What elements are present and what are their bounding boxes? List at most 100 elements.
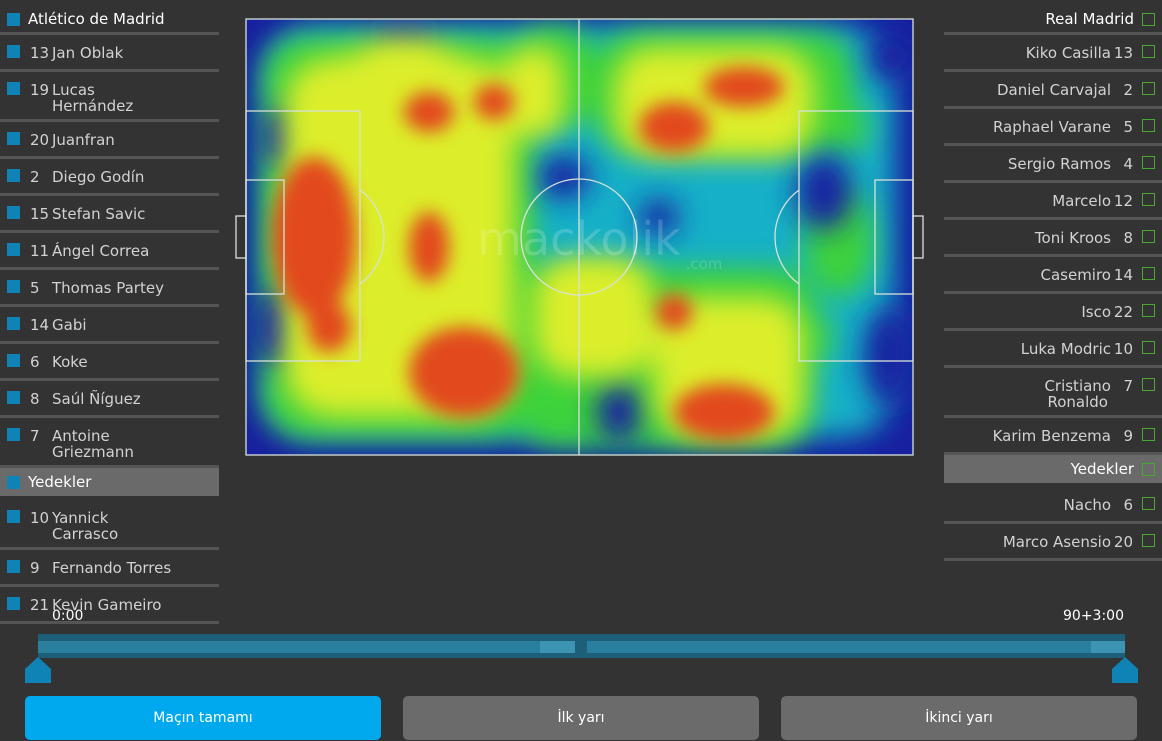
player-checkbox[interactable] <box>1142 82 1155 95</box>
player-name-line: Toni Kroos <box>1034 229 1111 247</box>
player-label: Karim Benzema 9 <box>993 428 1133 444</box>
player-checkbox[interactable] <box>7 169 20 182</box>
player-checkbox[interactable] <box>7 354 20 367</box>
away-subs-header[interactable]: Yedekler <box>944 455 1162 483</box>
player-checkbox[interactable] <box>1142 230 1155 243</box>
player-name-line: Gabi <box>52 316 87 334</box>
player-row[interactable]: 15 Stefan Savic <box>0 196 219 233</box>
player-checkbox[interactable] <box>1142 497 1155 510</box>
player-row[interactable]: 11 Ángel Correa <box>0 233 219 270</box>
player-number: 8 <box>1123 229 1133 247</box>
player-number: 20 <box>30 131 50 149</box>
player-checkbox[interactable] <box>1142 119 1155 132</box>
player-row[interactable]: 13 Jan Oblak <box>0 35 219 72</box>
player-row[interactable]: Daniel Carvajal 2 <box>944 72 1162 109</box>
player-row[interactable]: 19 Lucas Hernández <box>0 72 219 122</box>
away-subs-checkbox[interactable] <box>1142 463 1155 476</box>
player-row[interactable]: 20 Juanfran <box>0 122 219 159</box>
player-row[interactable]: 5 Thomas Partey <box>0 270 219 307</box>
full-match-button[interactable]: Maçın tamamı <box>25 696 381 740</box>
player-name: Daniel Carvajal <box>997 82 1111 98</box>
second-half-button[interactable]: İkinci yarı <box>781 696 1137 740</box>
player-row[interactable]: 2 Diego Godín <box>0 159 219 196</box>
player-row[interactable]: Luka Modric 10 <box>944 331 1162 368</box>
timeline-start-handle[interactable] <box>25 657 51 683</box>
player-row[interactable]: 7 Antoine Griezmann <box>0 418 219 468</box>
player-row[interactable]: 14 Gabi <box>0 307 219 344</box>
player-name: Gabi <box>52 317 212 333</box>
player-checkbox[interactable] <box>1142 378 1155 391</box>
away-team-header[interactable]: Real Madrid <box>944 0 1162 35</box>
player-row[interactable]: Marcelo 12 <box>944 183 1162 220</box>
player-row[interactable]: Nacho 6 <box>944 487 1162 524</box>
player-checkbox[interactable] <box>1142 341 1155 354</box>
player-checkbox[interactable] <box>7 560 20 573</box>
player-name: Ángel Correa <box>52 243 212 259</box>
player-checkbox[interactable] <box>7 280 20 293</box>
player-name: Karim Benzema <box>993 428 1111 444</box>
player-label: Isco 22 <box>1081 304 1133 320</box>
timeline: 0:00 90+3:00 <box>0 600 1162 690</box>
player-checkbox[interactable] <box>7 317 20 330</box>
player-label: Sergio Ramos 4 <box>1008 156 1133 172</box>
player-name-line: Isco <box>1081 303 1111 321</box>
player-name-line: Casemiro <box>1040 266 1111 284</box>
player-name-line: Marco Asensio <box>1002 533 1111 551</box>
player-checkbox[interactable] <box>1142 534 1155 547</box>
player-checkbox[interactable] <box>7 391 20 404</box>
player-checkbox[interactable] <box>1142 193 1155 206</box>
timeline-track[interactable] <box>38 634 1125 658</box>
player-row[interactable]: Toni Kroos 8 <box>944 220 1162 257</box>
first-half-button[interactable]: İlk yarı <box>403 696 759 740</box>
player-row[interactable]: Sergio Ramos 4 <box>944 146 1162 183</box>
player-name-line: Juanfran <box>52 131 115 149</box>
player-row[interactable]: 8 Saúl Ñíguez <box>0 381 219 418</box>
player-row[interactable]: 10 Yannick Carrasco <box>0 500 219 550</box>
timeline-start-label: 0:00 <box>52 608 84 624</box>
player-checkbox[interactable] <box>1142 267 1155 280</box>
player-name: Stefan Savic <box>52 206 212 222</box>
player-name-line: Diego Godín <box>52 168 145 186</box>
player-row[interactable]: Raphael Varane 5 <box>944 109 1162 146</box>
player-name: Antoine Griezmann <box>52 428 212 460</box>
player-checkbox[interactable] <box>7 243 20 256</box>
player-checkbox[interactable] <box>1142 428 1155 441</box>
player-row[interactable]: Isco 22 <box>944 294 1162 331</box>
player-checkbox[interactable] <box>7 132 20 145</box>
player-name-line: Luka Modric <box>1020 340 1111 358</box>
home-subs-header[interactable]: Yedekler <box>0 468 219 496</box>
player-number: 7 <box>30 427 40 445</box>
heatmap-svg: mackolik .com <box>235 18 924 456</box>
player-label: Cristiano Ronaldo 7 <box>1044 378 1133 410</box>
player-row[interactable]: Casemiro 14 <box>944 257 1162 294</box>
player-checkbox[interactable] <box>7 45 20 58</box>
player-checkbox[interactable] <box>1142 304 1155 317</box>
player-checkbox[interactable] <box>7 428 20 441</box>
player-row[interactable]: Marco Asensio 20 <box>944 524 1162 561</box>
timeline-end-handle[interactable] <box>1112 657 1138 683</box>
player-checkbox[interactable] <box>1142 156 1155 169</box>
away-team-checkbox[interactable] <box>1142 13 1155 26</box>
player-number: 20 <box>1113 533 1133 551</box>
player-row[interactable]: Cristiano Ronaldo 7 <box>944 368 1162 418</box>
home-team-header[interactable]: Atlético de Madrid <box>0 0 219 35</box>
player-number: 9 <box>1123 427 1133 445</box>
player-name-line: Saúl Ñíguez <box>52 390 141 408</box>
player-number: 8 <box>30 390 40 408</box>
player-name: Isco <box>1081 304 1111 320</box>
home-subs-checkbox[interactable] <box>7 476 20 489</box>
player-checkbox[interactable] <box>7 82 20 95</box>
player-name-line-2: Griezmann <box>52 443 134 461</box>
player-checkbox[interactable] <box>7 510 20 523</box>
player-name: Lucas Hernández <box>52 82 212 114</box>
player-row[interactable]: 6 Koke <box>0 344 219 381</box>
player-checkbox[interactable] <box>1142 45 1155 58</box>
player-name: Jan Oblak <box>52 45 212 61</box>
player-number: 6 <box>1123 496 1133 514</box>
player-row[interactable]: 9 Fernando Torres <box>0 550 219 587</box>
home-team-checkbox[interactable] <box>7 13 20 26</box>
player-checkbox[interactable] <box>7 206 20 219</box>
player-row[interactable]: Kiko Casilla 13 <box>944 35 1162 72</box>
player-number: 2 <box>1123 81 1133 99</box>
player-row[interactable]: Karim Benzema 9 <box>944 418 1162 455</box>
